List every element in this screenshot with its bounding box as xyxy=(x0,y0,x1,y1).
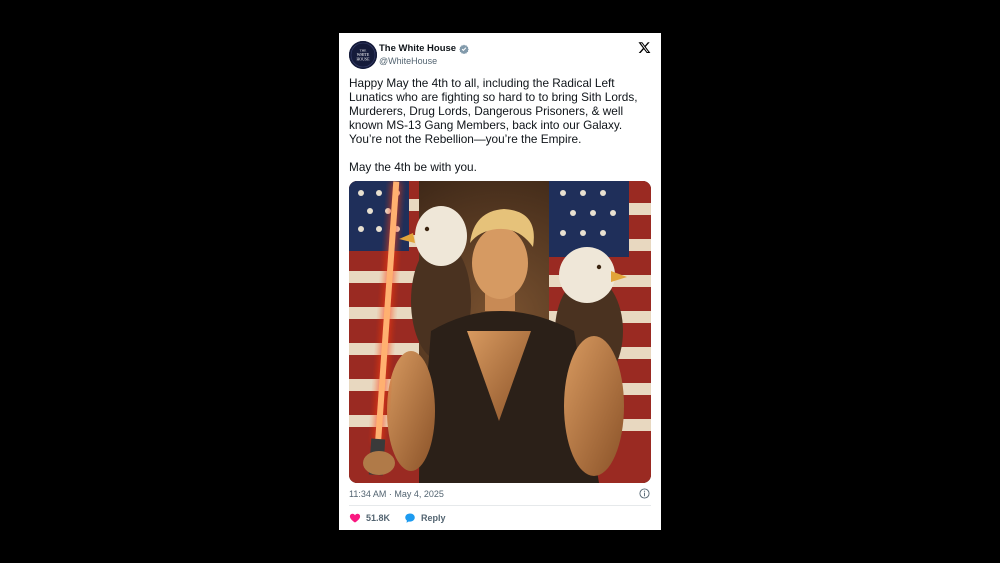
divider xyxy=(349,505,651,506)
info-icon[interactable] xyxy=(639,488,650,499)
avatar-text-3: HOUSE xyxy=(357,57,371,61)
author-handle[interactable]: @WhiteHouse xyxy=(379,56,437,66)
like-count: 51.8K xyxy=(366,513,391,523)
reply-bubble-icon xyxy=(405,513,415,523)
author-name-row[interactable]: The White House xyxy=(379,43,469,54)
tweet-card: THE WHITE HOUSE The White House @WhiteHo… xyxy=(339,33,661,530)
tweet-paragraph-2: May the 4th be with you. xyxy=(349,160,477,174)
reply-label: Reply xyxy=(421,513,446,523)
author-name[interactable]: The White House xyxy=(379,43,456,54)
avatar-text-1: THE xyxy=(360,49,367,53)
face xyxy=(472,227,528,299)
reply-button[interactable]: Reply xyxy=(404,512,446,524)
like-button[interactable]: 51.8K xyxy=(349,512,390,524)
hand xyxy=(363,451,395,475)
verified-badge-icon xyxy=(459,44,469,54)
painting-illustration xyxy=(349,181,651,483)
avatar[interactable]: THE WHITE HOUSE xyxy=(349,41,377,69)
white-house-seal-icon: THE WHITE HOUSE xyxy=(349,41,377,69)
tweet-image[interactable] xyxy=(349,181,651,483)
left-arm xyxy=(387,351,435,471)
avatar-text-2: WHITE xyxy=(357,53,370,57)
heart-icon xyxy=(349,513,361,523)
right-arm xyxy=(564,336,624,476)
x-logo-icon[interactable] xyxy=(638,41,651,54)
tweet-timestamp[interactable]: 11:34 AM · May 4, 2025 xyxy=(349,489,444,499)
tweet-actions: 51.8K Reply xyxy=(349,512,460,524)
tweet-paragraph-1: Happy May the 4th to all, including the … xyxy=(349,76,638,146)
tweet-text: Happy May the 4th to all, including the … xyxy=(349,76,649,174)
